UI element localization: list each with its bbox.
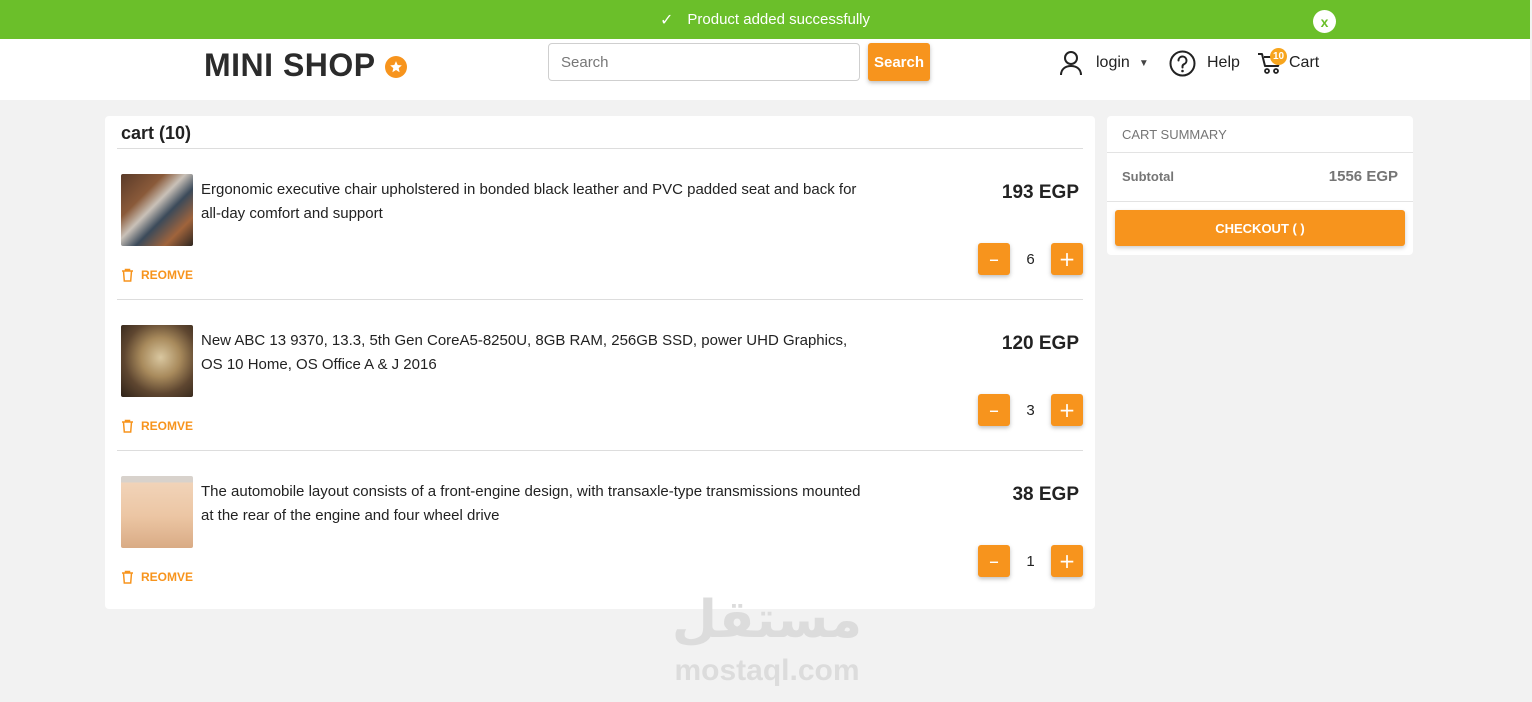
- cart-item: Ergonomic executive chair upholstered in…: [105, 149, 1095, 300]
- product-price: 38 EGP: [1012, 484, 1079, 505]
- logo[interactable]: MINI SHOP: [204, 45, 407, 85]
- checkout-button[interactable]: CHECKOUT ( ): [1115, 210, 1405, 246]
- chevron-down-icon: ▼: [1138, 57, 1149, 69]
- close-toast-button[interactable]: x: [1313, 10, 1336, 33]
- trash-icon: [122, 570, 133, 584]
- divider: [1107, 152, 1413, 153]
- decrease-quantity-button[interactable]: –: [978, 243, 1010, 275]
- cart-count-badge: 10: [1270, 48, 1287, 65]
- watermark-latin: mostaql.com: [674, 654, 860, 687]
- increase-quantity-button[interactable]: +: [1051, 394, 1083, 426]
- increase-quantity-button[interactable]: +: [1051, 243, 1083, 275]
- increase-quantity-button[interactable]: +: [1051, 545, 1083, 577]
- product-description[interactable]: Ergonomic executive chair upholstered in…: [201, 178, 871, 226]
- product-price: 120 EGP: [1001, 333, 1079, 354]
- remove-button[interactable]: REOMVE: [121, 268, 193, 282]
- cart-icon: 10: [1257, 48, 1287, 75]
- product-price: 193 EGP: [1001, 182, 1079, 203]
- quantity-value: 6: [1026, 250, 1035, 268]
- decrease-quantity-button[interactable]: –: [978, 394, 1010, 426]
- product-image[interactable]: [121, 476, 193, 548]
- help-label: Help: [1207, 54, 1240, 71]
- cart-panel: cart (10) Ergonomic executive chair upho…: [105, 116, 1095, 609]
- search-button[interactable]: Search: [868, 43, 930, 81]
- search-input[interactable]: [548, 43, 860, 81]
- check-icon: ✓: [659, 11, 674, 29]
- star-icon: [384, 56, 407, 78]
- divider: [1107, 201, 1413, 202]
- cart-item: New ABC 13 9370, 13.3, 5th Gen CoreA5-82…: [105, 300, 1095, 451]
- cart-summary: CART SUMMARY Subtotal 1556 EGP CHECKOUT …: [1107, 116, 1413, 255]
- cart-title: cart (10): [121, 123, 192, 143]
- quantity-value: 3: [1026, 401, 1035, 419]
- logo-text: MINI SHOP: [204, 46, 376, 83]
- subtotal-label: Subtotal: [1122, 169, 1174, 184]
- quantity-value: 1: [1026, 552, 1035, 570]
- product-description[interactable]: The automobile layout consists of a fron…: [201, 480, 871, 528]
- remove-label: REOMVE: [141, 268, 194, 282]
- header: MINI SHOP Search login ▼ Help 10 Cart: [0, 39, 1530, 100]
- help-link[interactable]: Help: [1169, 48, 1240, 78]
- cart-item: The automobile layout consists of a fron…: [105, 451, 1095, 602]
- remove-button[interactable]: REOMVE: [121, 419, 193, 433]
- remove-label: REOMVE: [141, 570, 194, 584]
- trash-icon: [122, 268, 133, 282]
- login-label: login: [1096, 54, 1130, 71]
- toast-message: Product added successfully: [687, 11, 870, 28]
- remove-label: REOMVE: [141, 419, 194, 433]
- product-image[interactable]: [121, 325, 193, 397]
- watermark-arabic: مستقل: [671, 590, 863, 650]
- trash-icon: [122, 419, 133, 433]
- cart-link[interactable]: 10 Cart: [1257, 48, 1319, 78]
- cart-label: Cart: [1289, 54, 1320, 71]
- help-icon: [1169, 50, 1196, 77]
- summary-title: CART SUMMARY: [1122, 127, 1227, 142]
- success-toast: ✓ Product added successfully x: [0, 0, 1530, 39]
- remove-button[interactable]: REOMVE: [121, 570, 193, 584]
- decrease-quantity-button[interactable]: –: [978, 545, 1010, 577]
- user-icon: [1059, 50, 1083, 76]
- product-image[interactable]: [121, 174, 193, 246]
- login-menu[interactable]: login ▼: [1059, 48, 1149, 78]
- subtotal-value: 1556 EGP: [1328, 168, 1398, 185]
- product-description[interactable]: New ABC 13 9370, 13.3, 5th Gen CoreA5-82…: [201, 329, 871, 377]
